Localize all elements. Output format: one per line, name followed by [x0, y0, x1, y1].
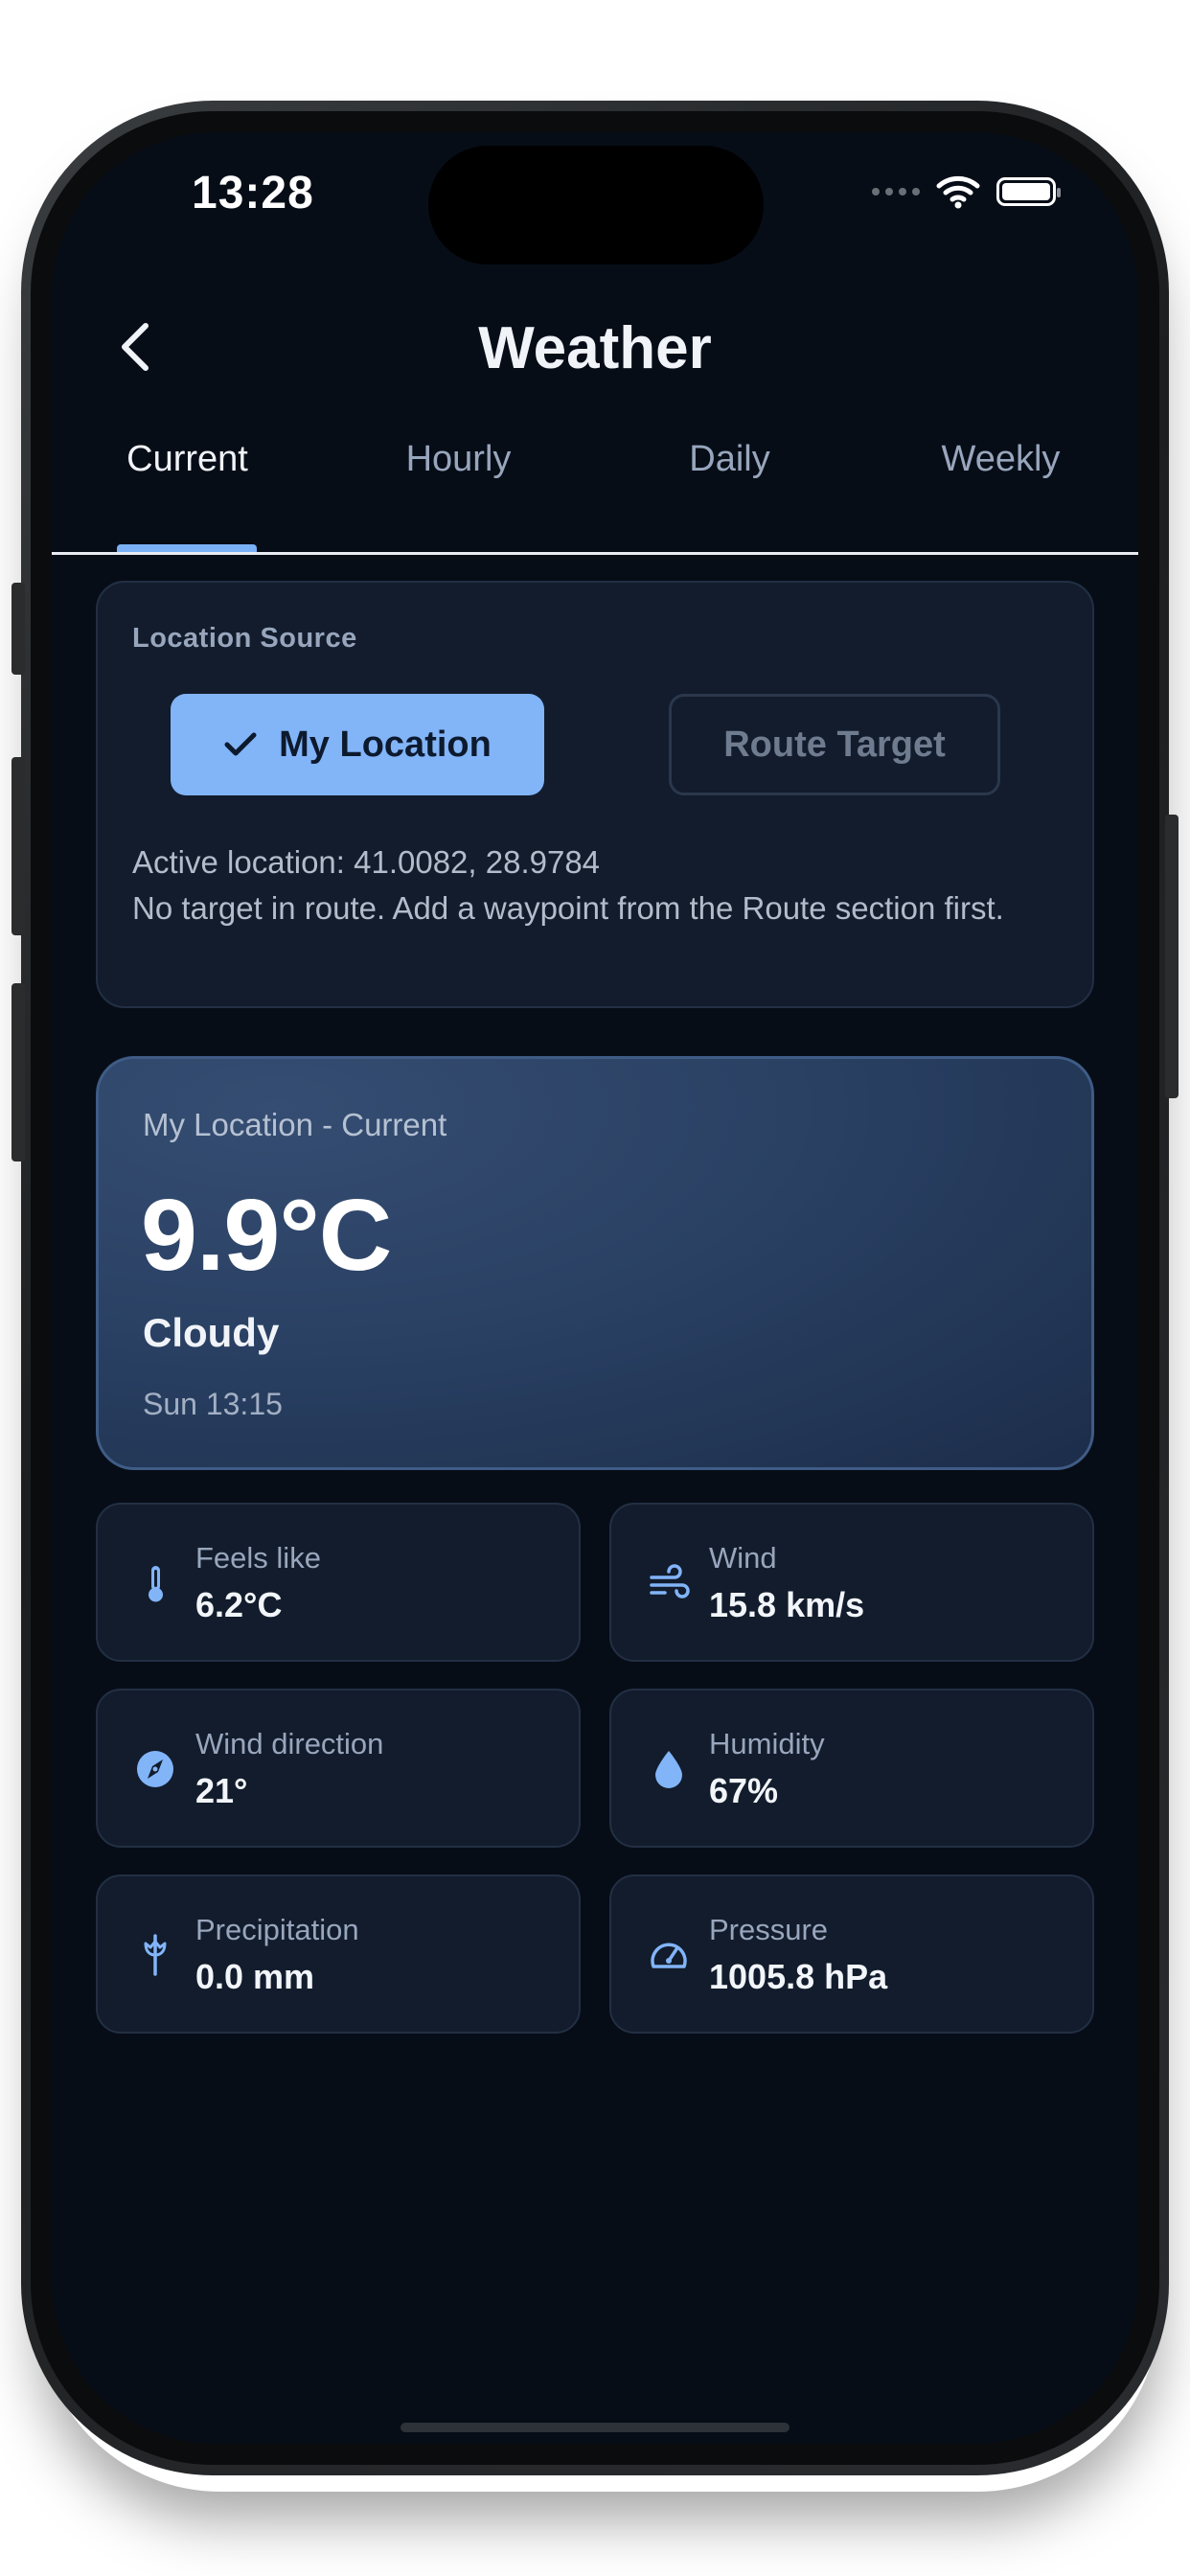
my-location-button[interactable]: My Location — [171, 694, 544, 795]
home-indicator[interactable] — [400, 2423, 790, 2432]
location-info: Active location: 41.0082, 28.9784 No tar… — [132, 840, 1058, 932]
tab-weekly[interactable]: Weekly — [865, 439, 1136, 480]
metric-value: 67% — [709, 1771, 779, 1810]
droplet-icon — [655, 1751, 682, 1788]
metric-pressure: Pressure 1005.8 hPa — [609, 1874, 1094, 2034]
tab-divider — [52, 552, 1138, 555]
tab-current[interactable]: Current — [52, 439, 323, 480]
wifi-icon — [936, 175, 980, 209]
thermometer-icon — [149, 1566, 163, 1602]
status-time: 13:28 — [192, 168, 314, 218]
metric-value: 0.0 mm — [195, 1957, 315, 1996]
action-button — [11, 583, 25, 675]
compass-icon — [137, 1751, 173, 1787]
location-source-label: Location Source — [132, 623, 357, 654]
metric-label: Wind — [709, 1541, 777, 1575]
metric-label: Pressure — [709, 1913, 829, 1946]
volume-up-button — [11, 757, 25, 935]
metric-value: 15.8 km/s — [709, 1585, 865, 1624]
current-temperature: 9.9°C — [141, 1179, 392, 1292]
active-location-text: Active location: 41.0082, 28.9784 — [132, 844, 601, 880]
check-icon — [224, 732, 257, 756]
current-condition: Cloudy — [143, 1310, 280, 1355]
page-title: Weather — [478, 315, 712, 381]
battery-icon — [996, 177, 1061, 206]
metric-precipitation: Precipitation 0.0 mm — [96, 1874, 581, 2034]
metric-label: Humidity — [709, 1727, 825, 1760]
app-header: Weather — [52, 295, 1138, 401]
metric-humidity: Humidity 67% — [609, 1689, 1094, 1848]
signal-dots-icon — [872, 188, 920, 196]
active-tab-indicator — [117, 544, 257, 552]
metric-label: Precipitation — [195, 1913, 359, 1946]
screen: 13:28 Weather Current Hourly Daily Weekl… — [52, 132, 1138, 2444]
route-target-button[interactable]: Route Target — [669, 694, 1000, 795]
metric-label: Wind direction — [195, 1727, 384, 1760]
metric-wind-direction: Wind direction 21° — [96, 1689, 581, 1848]
location-source-card: Location Source My Location Route Target… — [96, 581, 1094, 1008]
route-hint-text: No target in route. Add a waypoint from … — [132, 890, 1004, 926]
tab-bar: Current Hourly Daily Weekly — [52, 439, 1138, 535]
route-target-label: Route Target — [723, 724, 946, 765]
metric-value: 6.2°C — [195, 1585, 283, 1624]
dynamic-island — [428, 146, 764, 264]
metric-value: 21° — [195, 1771, 248, 1810]
metric-wind: Wind 15.8 km/s — [609, 1503, 1094, 1662]
umbrella-icon — [144, 1934, 167, 1976]
current-weather-card: My Location - Current 9.9°C Cloudy Sun 1… — [96, 1056, 1094, 1470]
volume-down-button — [11, 983, 25, 1162]
metric-label: Feels like — [195, 1541, 321, 1575]
metric-feels-like: Feels like 6.2°C — [96, 1503, 581, 1662]
tab-hourly[interactable]: Hourly — [323, 439, 594, 480]
power-button — [1165, 815, 1179, 1098]
current-timestamp: Sun 13:15 — [143, 1387, 283, 1421]
current-subtitle: My Location - Current — [143, 1107, 447, 1142]
gauge-icon — [651, 1943, 687, 1968]
my-location-label: My Location — [279, 724, 492, 765]
wind-icon — [650, 1564, 690, 1598]
metric-value: 1005.8 hPa — [709, 1957, 888, 1996]
tab-daily[interactable]: Daily — [594, 439, 865, 480]
status-icons — [872, 174, 1061, 209]
